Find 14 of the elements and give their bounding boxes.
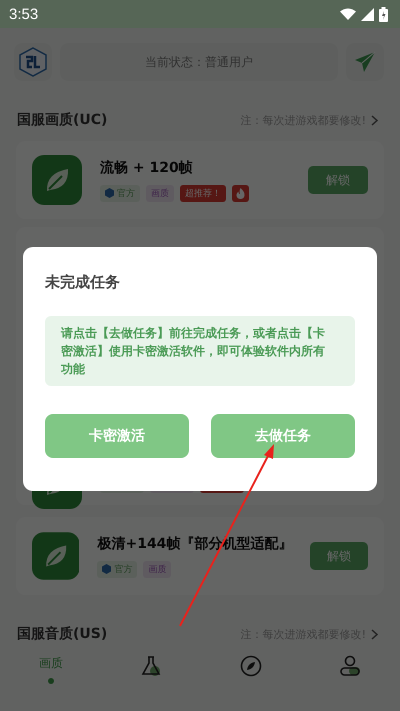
tag-label: 画质 xyxy=(143,560,172,578)
section-title: 国服音质(US) xyxy=(17,625,108,643)
dialog-button[interactable]: 去做任务 xyxy=(211,414,355,458)
dialog-message: 请点击【去做任务】前往完成任务，或者点击【卡密激活】使用卡密激活软件，即可体验软件内所有功能 xyxy=(45,316,355,386)
unlock-button[interactable]: 解锁 xyxy=(310,542,368,570)
section-title: 国服画质(UC) xyxy=(17,111,108,129)
unlock-button[interactable]: 解锁 xyxy=(308,166,368,194)
preset-title: 流畅 + 120帧 xyxy=(100,158,194,176)
dialog-button[interactable]: 卡密激活 xyxy=(45,414,189,458)
status-time: 3:53 xyxy=(9,6,38,22)
dialog-title: 未完成任务 xyxy=(45,273,121,292)
tag-label: 超推荐！ xyxy=(180,184,226,202)
nav-tab[interactable]: 画质 xyxy=(38,655,63,687)
tag-label: 画质 xyxy=(146,184,174,202)
